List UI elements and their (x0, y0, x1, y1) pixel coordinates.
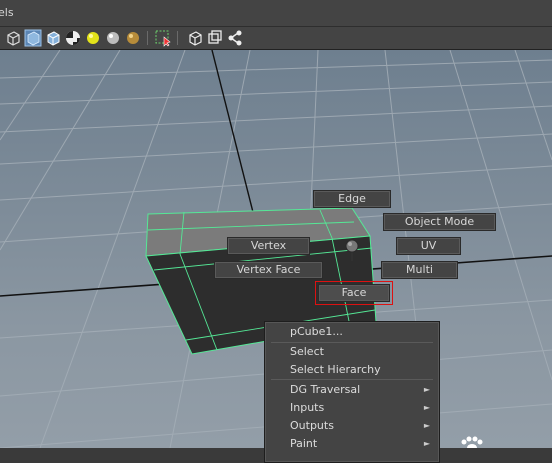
menu-item-select[interactable]: Select (266, 343, 438, 361)
menu-item-paint[interactable]: Paint ► (266, 435, 438, 453)
hierarchy-icon[interactable] (226, 29, 244, 47)
select-camera-icon[interactable] (186, 29, 204, 47)
menu-item-outputs[interactable]: Outputs ► (266, 417, 438, 435)
shaded-cube-icon[interactable] (24, 29, 42, 47)
panel-menu-bar: els (0, 0, 552, 27)
edge-mode-button[interactable]: Edge (313, 190, 391, 208)
panels-menu[interactable]: els (0, 6, 14, 19)
menu-item-label: pCube1... (290, 325, 343, 338)
shadows-icon[interactable] (124, 29, 142, 47)
object-mode-button[interactable]: Object Mode (383, 213, 496, 231)
submenu-arrow-icon: ► (423, 403, 430, 412)
menu-separator (271, 379, 433, 380)
menu-item-inputs[interactable]: Inputs ► (266, 399, 438, 417)
xray-icon[interactable] (206, 29, 224, 47)
vertex-face-mode-button[interactable]: Vertex Face (214, 261, 323, 279)
object-context-menu: pCube1... Select Select Hierarchy DG Tra… (264, 321, 440, 463)
uv-mode-button[interactable]: UV (396, 237, 461, 255)
toolbar-separator (177, 31, 178, 45)
all-lights-icon[interactable] (104, 29, 122, 47)
multi-mode-button[interactable]: Multi (381, 261, 458, 279)
marking-menu-center-icon (345, 239, 359, 261)
checker-texture-icon[interactable] (64, 29, 82, 47)
vertex-mode-button[interactable]: Vertex (227, 237, 310, 255)
menu-item-dg-traversal[interactable]: DG Traversal ► (266, 381, 438, 399)
menu-item-label: Select Hierarchy (290, 363, 381, 376)
menu-item-label: Paint (290, 437, 318, 450)
face-mode-button[interactable]: Face (315, 281, 393, 305)
submenu-arrow-icon: ► (423, 439, 430, 448)
wireframe-on-shaded-icon[interactable] (44, 29, 62, 47)
menu-item-pcube1[interactable]: pCube1... (266, 323, 438, 341)
menu-item-select-hierarchy[interactable]: Select Hierarchy (266, 361, 438, 379)
menu-item-label: DG Traversal (290, 383, 361, 396)
menu-item-label: Select (290, 345, 324, 358)
toolbar-separator (147, 31, 148, 45)
default-light-icon[interactable] (84, 29, 102, 47)
paw-print-icon (461, 436, 483, 448)
wireframe-cube-icon[interactable] (4, 29, 22, 47)
viewport-toolbar (0, 27, 552, 50)
menu-item-label: Outputs (290, 419, 334, 432)
menu-item-label: Inputs (290, 401, 325, 414)
isolate-select-icon[interactable] (154, 29, 172, 47)
submenu-arrow-icon: ► (423, 385, 430, 394)
submenu-arrow-icon: ► (423, 421, 430, 430)
